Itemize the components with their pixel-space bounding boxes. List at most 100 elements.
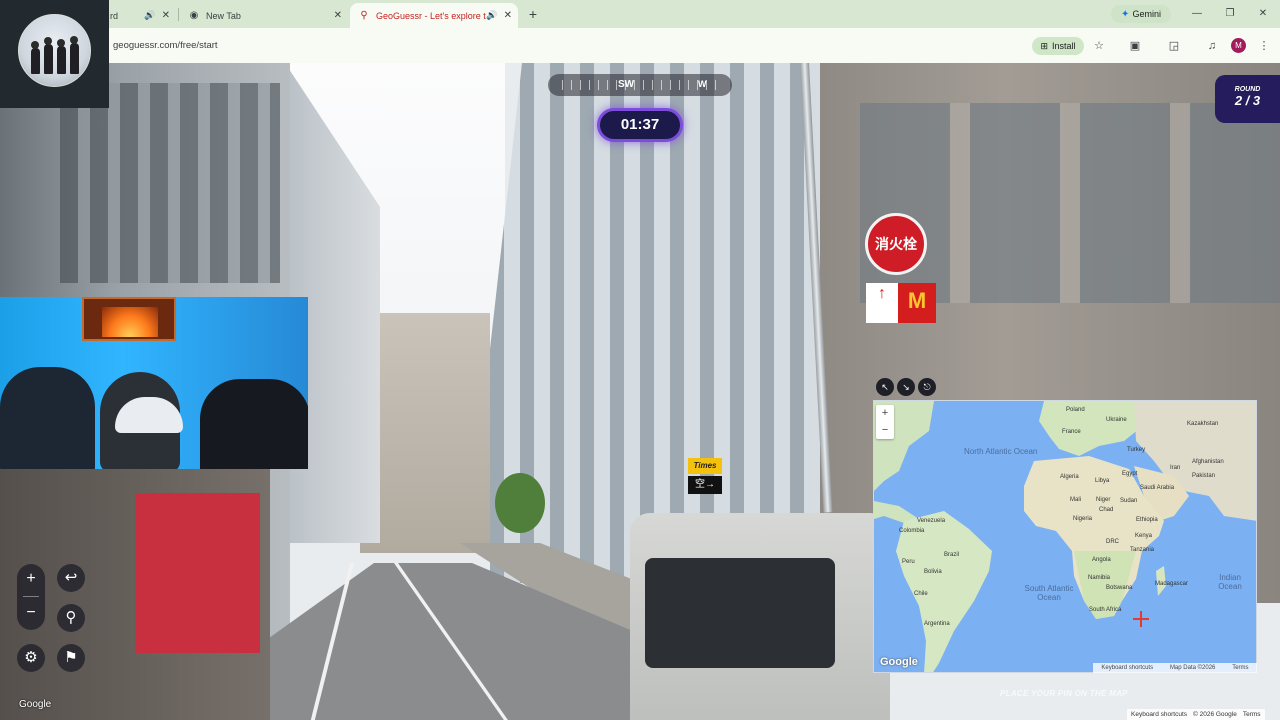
zoom-out-button[interactable]: − [17, 598, 45, 628]
round-label: ROUND [1234, 86, 1261, 93]
map-terms-link[interactable]: Terms [1232, 665, 1248, 671]
webcam-feed [0, 297, 308, 469]
parking-vacancy-sign: 空→ [688, 476, 722, 494]
install-icon: ⊞ [1040, 40, 1049, 51]
guess-minimap[interactable]: North Atlantic Ocean South Atlantic Ocea… [873, 400, 1257, 673]
shrink-map-icon[interactable]: ↘ [897, 378, 915, 396]
gemini-label: Gemini [1132, 9, 1161, 19]
restore-button[interactable]: ❐ [1221, 5, 1239, 23]
compass-w: W [698, 79, 707, 89]
keyboard-shortcuts-link[interactable]: Keyboard shortcuts [1131, 711, 1187, 718]
tab-title: New Tab [206, 10, 241, 21]
undo-move-button[interactable]: ↩ [57, 564, 85, 592]
street-tree [495, 473, 545, 533]
person-figure [70, 43, 79, 74]
place-pin-hint: PLACE YOUR PIN ON THE MAP [1000, 689, 1128, 698]
close-window-button[interactable]: ✕ [1254, 5, 1272, 23]
close-icon[interactable]: ✕ [504, 10, 512, 21]
country-label: Kenya [1135, 533, 1153, 539]
address-bar[interactable]: geoguessr.com/free/start [113, 40, 218, 51]
chrome-icon: ◉ [189, 10, 199, 21]
geoguessr-pin-icon: ⚲ [360, 10, 368, 21]
tab-new-tab[interactable]: ◉ New Tab ✕ [180, 3, 348, 28]
country-label: South Africa [1089, 607, 1122, 613]
compass-sw: SW [618, 79, 635, 90]
country-label: Chile [914, 591, 928, 597]
building-windows [860, 103, 1280, 303]
country-label: Poland [1066, 407, 1085, 413]
country-label: Afghanistan [1192, 459, 1224, 465]
speaker-icon[interactable]: 🔊 [486, 10, 497, 21]
streamer-figure [0, 367, 95, 469]
minimize-button[interactable]: — [1188, 5, 1206, 23]
fire-hydrant-sign: 消火栓 [865, 213, 927, 275]
map-attribution: Keyboard shortcuts Map Data ©2026 Terms [1093, 663, 1257, 673]
guess-crosshair-icon [1133, 611, 1149, 627]
ocean-label: Indian Ocean [1210, 573, 1250, 591]
webcam-overlay-circle [0, 0, 109, 108]
copyright-text: © 2026 Google [1193, 711, 1237, 718]
building-left-windows [60, 83, 280, 283]
pin-map-icon[interactable]: ⎋ [918, 378, 936, 396]
person-figure [44, 44, 53, 74]
new-tab-button[interactable]: + [524, 5, 542, 23]
address-toolbar: geoguessr.com/free/start ⊞ Install ☆ ▣ ◲… [0, 28, 1280, 63]
terms-link[interactable]: Terms [1243, 711, 1261, 718]
tab-geoguessr[interactable]: ⚲ GeoGuessr - Let's explore the 🔊 ✕ [350, 3, 518, 28]
tab-separator [178, 8, 179, 21]
arrow-up-icon: ↑ [866, 283, 898, 323]
country-label: DRC [1106, 539, 1119, 545]
settings-button[interactable]: ⚙ [17, 644, 45, 672]
country-label: Tanzania [1130, 547, 1155, 553]
person-head [31, 41, 39, 49]
flag-button[interactable]: ⚑ [57, 644, 85, 672]
gemini-button[interactable]: ✦ Gemini [1111, 5, 1171, 23]
google-logo: Google [19, 699, 52, 710]
person-figure [31, 48, 40, 74]
menu-kebab-icon[interactable]: ⋮ [1256, 38, 1272, 54]
country-label: Libya [1095, 478, 1110, 484]
expand-map-icon[interactable]: ↖ [876, 378, 894, 396]
ocean-name: South Atlantic Ocean [1024, 584, 1074, 602]
round-indicator: ROUND 2 / 3 [1215, 75, 1280, 123]
gear-icon: ⚙ [24, 649, 38, 666]
zoom-controls: + − [17, 564, 45, 630]
ocean-name: Indian Ocean [1218, 573, 1242, 591]
map-zoom-out-button[interactable]: − [876, 422, 894, 439]
profile-avatar[interactable]: M [1231, 38, 1246, 53]
install-button[interactable]: ⊞ Install [1032, 37, 1084, 55]
compass-bar: SW W [548, 74, 732, 96]
map-zoom-in-button[interactable]: + [876, 405, 894, 422]
screen-capture-icon[interactable]: ◲ [1166, 38, 1182, 54]
return-to-start-button[interactable]: ⚲ [57, 604, 85, 632]
country-label: Botswana [1106, 585, 1133, 591]
zoom-in-button[interactable]: + [17, 564, 45, 594]
van-window [645, 558, 835, 668]
extensions-icon[interactable]: ▣ [1127, 38, 1143, 54]
country-label: Nigeria [1073, 516, 1093, 522]
bookmark-star-icon[interactable]: ☆ [1091, 38, 1107, 54]
compass-ticks [562, 80, 718, 90]
tab-title: rd [110, 10, 119, 21]
round-value: 2 / 3 [1234, 93, 1261, 108]
country-label: Ethiopia [1136, 517, 1158, 523]
tab-previous[interactable]: rd 🔊 ✕ [104, 3, 176, 28]
flag-icon: ⚑ [64, 649, 78, 666]
media-control-icon[interactable]: ♫ [1204, 38, 1220, 54]
close-icon[interactable]: ✕ [334, 10, 342, 21]
map-data-text: Map Data ©2026 [1169, 665, 1216, 671]
speaker-icon[interactable]: 🔊 [144, 10, 155, 21]
divider [23, 596, 39, 597]
country-label: Madagascar [1155, 581, 1189, 587]
country-label: Namibia [1088, 575, 1111, 581]
country-label: Egypt [1122, 471, 1138, 477]
country-label: Turkey [1127, 447, 1146, 453]
country-label: Colombia [899, 528, 925, 534]
gemini-icon: ✦ [1121, 8, 1130, 20]
map-keyboard-shortcuts-link[interactable]: Keyboard shortcuts [1101, 665, 1153, 671]
streamer-figure [200, 379, 308, 469]
country-label: Chad [1099, 507, 1114, 513]
country-label: Kazakhstan [1187, 421, 1219, 427]
country-label: Bolivia [924, 569, 942, 575]
close-icon[interactable]: ✕ [162, 10, 170, 21]
